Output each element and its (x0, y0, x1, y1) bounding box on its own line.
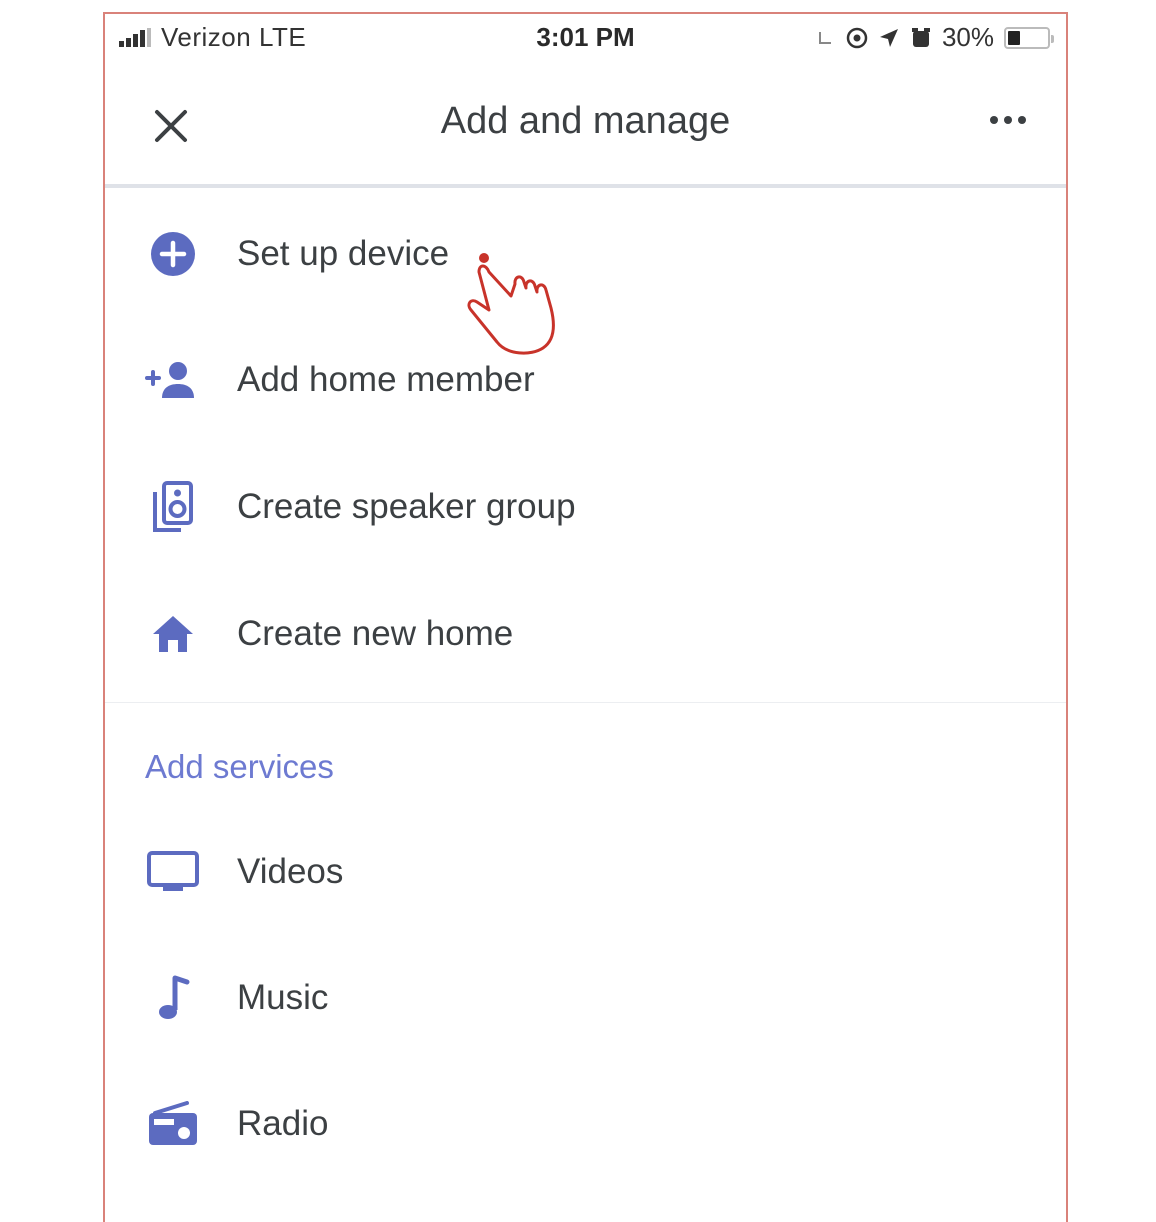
service-item-label: Music (237, 978, 329, 1017)
app-header: Add and manage (105, 74, 1066, 188)
page-title: Add and manage (440, 100, 731, 142)
location-icon (879, 28, 898, 47)
service-item-label: Radio (237, 1104, 329, 1143)
phone-screen: Verizon LTE 3:01 PM 30% Add and manage S… (103, 12, 1068, 1222)
menu-item-create-new-home[interactable]: Create new home (105, 588, 1066, 678)
pointing-hand-icon (467, 253, 555, 355)
more-options-icon[interactable] (988, 114, 1028, 126)
service-item-radio[interactable]: Radio (105, 1078, 1066, 1168)
menu-item-label: Create new home (237, 614, 514, 653)
menu-item-set-up-device[interactable]: Set up device (105, 208, 1066, 298)
home-icon (145, 606, 201, 662)
tv-icon (145, 844, 201, 900)
menu-item-label: Set up device (237, 234, 450, 273)
radio-icon (145, 1096, 201, 1152)
add-circle-icon (145, 226, 201, 282)
section-title-add-services: Add services (145, 748, 334, 785)
service-item-music[interactable]: Music (105, 952, 1066, 1042)
battery-percent: 30% (941, 22, 994, 52)
speaker-group-icon (145, 479, 201, 535)
menu-item-label: Add home member (237, 360, 535, 399)
orientation-lock-icon (818, 31, 831, 44)
battery-icon (1004, 26, 1054, 49)
at-icon (846, 27, 868, 48)
alarm-icon (911, 27, 930, 47)
menu-item-create-speaker-group[interactable]: Create speaker group (105, 461, 1066, 551)
service-item-label: Videos (237, 852, 344, 891)
section-divider (105, 702, 1066, 703)
add-person-icon (145, 352, 201, 408)
status-right: 30% (816, 22, 1054, 53)
status-bar: Verizon LTE 3:01 PM 30% (105, 14, 1066, 62)
service-item-videos[interactable]: Videos (105, 826, 1066, 916)
menu-item-label: Create speaker group (237, 487, 576, 526)
menu-item-add-home-member[interactable]: Add home member (105, 334, 1066, 424)
music-note-icon (145, 970, 201, 1026)
